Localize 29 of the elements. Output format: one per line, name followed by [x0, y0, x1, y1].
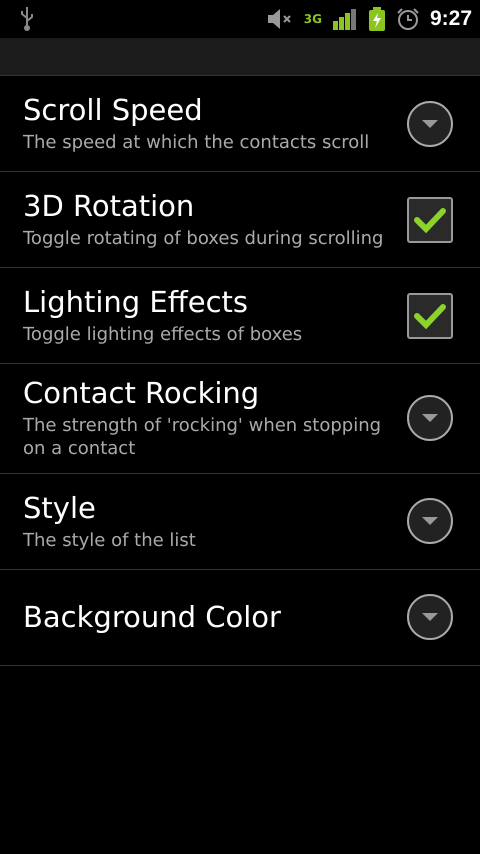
setting-summary: Toggle lighting effects of boxes: [23, 322, 304, 346]
setting-summary: Toggle rotating of boxes during scrolling: [23, 226, 384, 250]
settings-row[interactable]: Scroll Speed The speed at which the contacts scroll: [0, 76, 480, 172]
dropdown-icon[interactable]: [406, 100, 454, 148]
settings-row[interactable]: Style The style of the list: [0, 474, 480, 570]
setting-title: 3D Rotation: [23, 188, 196, 223]
checkbox[interactable]: [406, 292, 454, 340]
dropdown-icon[interactable]: [406, 593, 454, 642]
setting-title: Style: [23, 490, 97, 525]
setting-title: Scroll Speed: [23, 92, 204, 127]
alarm-clock-icon: [396, 7, 420, 31]
setting-summary: The strength of 'rocking' when stopping on a contact: [23, 414, 382, 461]
dropdown-icon[interactable]: [406, 497, 454, 546]
settings-row[interactable]: Lighting Effects Toggle lighting effects of boxes: [0, 268, 480, 364]
setting-summary: The style of the list: [23, 528, 197, 552]
setting-title: Lighting Effects: [23, 284, 250, 319]
usb-icon: [19, 6, 35, 32]
clock-time: 9:27: [430, 7, 472, 31]
dropdown-icon[interactable]: [406, 394, 454, 442]
setting-summary: The speed at which the contacts scroll: [23, 130, 370, 154]
settings-row[interactable]: 3D Rotation Toggle rotating of boxes during scrolling: [0, 172, 480, 268]
checkbox[interactable]: [406, 196, 454, 244]
battery-charging-icon: [368, 7, 386, 31]
setting-title: Contact Rocking: [23, 376, 260, 410]
settings-row[interactable]: Contact Rocking The strength of 'rocking' when stopping on a contact: [0, 364, 480, 474]
signal-icon: [332, 8, 358, 30]
setting-title: Background Color: [23, 600, 282, 634]
network-type-label: 3G: [304, 12, 322, 26]
settings-row[interactable]: Background Color: [0, 570, 480, 666]
